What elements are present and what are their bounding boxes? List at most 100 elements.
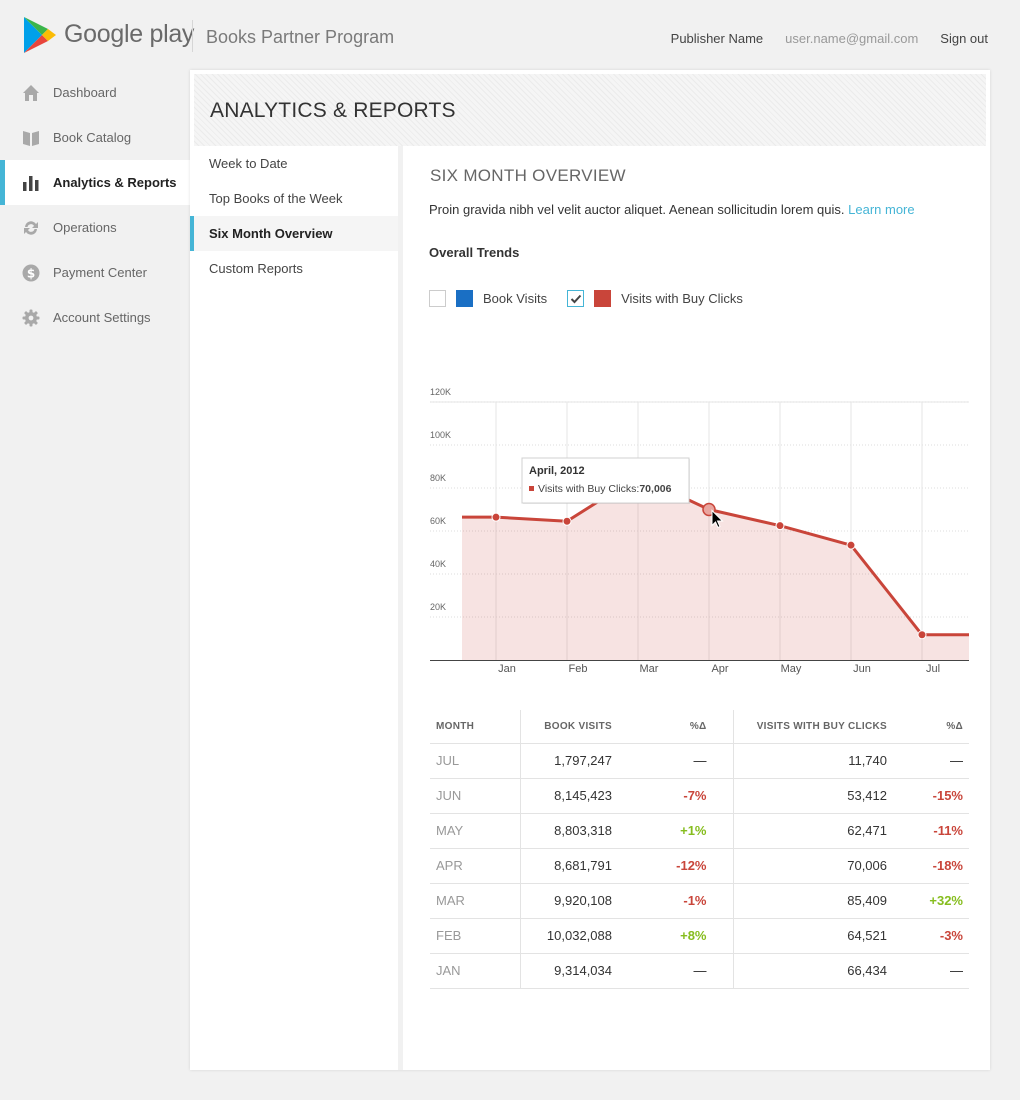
tooltip-label: Visits with Buy Clicks:70,006 <box>538 483 672 495</box>
book-icon <box>22 129 40 147</box>
table-row: MAR 9,920,108 -1% 85,409 +32% <box>430 883 969 919</box>
buy-clicks-cell: 53,412 <box>733 778 915 814</box>
sidebar-item-label: Analytics & Reports <box>53 175 177 190</box>
book-visits-change-cell: -1% <box>640 883 734 919</box>
sidebar-item-label: Operations <box>53 220 117 235</box>
buy-clicks-cell: 70,006 <box>733 848 915 884</box>
table-row: JAN 9,314,034—66,434— <box>430 953 969 989</box>
sub-navigation: Week to Date Top Books of the Week Six M… <box>190 146 403 1070</box>
buy-clicks-cell: 85,409 <box>733 883 915 919</box>
y-tick-label: 100K <box>430 430 451 440</box>
data-point[interactable] <box>775 521 785 531</box>
learn-more-link[interactable]: Learn more <box>848 202 914 217</box>
book-visits-cell: 8,145,423 <box>520 778 640 814</box>
book-visits-change-cell: +1% <box>640 813 734 849</box>
section-description: Proin gravida nibh vel velit auctor aliq… <box>429 202 915 217</box>
month-cell: MAR <box>430 883 521 919</box>
buy-clicks-change-cell: -3% <box>915 918 969 954</box>
table-header-row: MONTH BOOK VISITS %Δ VISITS WITH BUY CLI… <box>430 710 969 744</box>
google-play-logo-icon[interactable] <box>22 16 58 54</box>
sidebar-item-label: Dashboard <box>53 85 117 100</box>
sidebar-item-dashboard[interactable]: Dashboard <box>0 70 190 115</box>
program-name: Books Partner Program <box>206 27 395 47</box>
sync-icon <box>22 219 40 237</box>
sign-out-link[interactable]: Sign out <box>940 31 988 46</box>
col-book-visits[interactable]: BOOK VISITS <box>520 710 640 744</box>
y-tick-label: 80K <box>430 473 446 483</box>
subnav-item-week-to-date[interactable]: Week to Date <box>190 146 398 181</box>
page-header: ANALYTICS & REPORTS <box>194 74 986 146</box>
tooltip-series-swatch <box>529 486 534 491</box>
buy-clicks-change-cell: -11% <box>915 813 969 849</box>
account-bar: Publisher Name user.name@gmail.com Sign … <box>649 31 988 46</box>
book-visits-label: Book Visits <box>483 291 548 306</box>
buy-clicks-change-cell: -15% <box>915 778 969 814</box>
buy-clicks-change-cell: — <box>915 953 969 989</box>
book-visits-swatch <box>456 290 473 307</box>
table-row: JUL 1,797,247—11,740— <box>430 743 969 779</box>
col-buy-clicks[interactable]: VISITS WITH BUY CLICKS <box>733 710 915 744</box>
book-visits-cell: 9,314,034 <box>520 953 640 989</box>
buy-clicks-cell: 64,521 <box>733 918 915 954</box>
brand-name[interactable]: Google play <box>64 20 194 49</box>
publisher-name: Publisher Name <box>670 31 764 46</box>
report-content: SIX MONTH OVERVIEW Proin gravida nibh ve… <box>408 146 990 1070</box>
sidebar-item-payment-center[interactable]: $ Payment Center <box>0 250 190 295</box>
x-tick-label: Feb <box>569 663 588 675</box>
y-tick-label: 60K <box>430 516 446 526</box>
chart-legend: Book Visits Visits with Buy Clicks <box>429 290 763 307</box>
trends-title: Overall Trends <box>429 245 520 260</box>
book-visits-checkbox[interactable] <box>429 290 446 307</box>
app-header: Google play Books Partner Program Publis… <box>0 0 1020 70</box>
section-title: SIX MONTH OVERVIEW <box>430 166 626 185</box>
sidebar-item-operations[interactable]: Operations <box>0 205 190 250</box>
data-point[interactable] <box>491 512 501 522</box>
bar-chart-icon <box>22 174 40 192</box>
data-point[interactable] <box>846 540 856 550</box>
monthly-data-table: MONTH BOOK VISITS %Δ VISITS WITH BUY CLI… <box>430 710 969 989</box>
x-tick-label: Jul <box>926 663 940 675</box>
subnav-item-six-month-overview[interactable]: Six Month Overview <box>190 216 398 251</box>
buy-clicks-checkbox[interactable] <box>567 290 585 307</box>
col-buy-clicks-change[interactable]: %Δ <box>915 710 969 744</box>
subnav-item-top-books[interactable]: Top Books of the Week <box>190 181 398 216</box>
sidebar-item-book-catalog[interactable]: Book Catalog <box>0 115 190 160</box>
book-visits-cell: 8,803,318 <box>520 813 640 849</box>
col-month[interactable]: MONTH <box>430 710 521 744</box>
book-visits-change-cell: -7% <box>640 778 734 814</box>
month-cell: JUN <box>430 778 521 814</box>
sidebar-item-label: Account Settings <box>53 310 151 325</box>
buy-clicks-cell: 66,434 <box>733 953 915 989</box>
subnav-item-custom-reports[interactable]: Custom Reports <box>190 251 398 286</box>
y-tick-label: 20K <box>430 602 446 612</box>
sidebar-item-label: Payment Center <box>53 265 147 280</box>
data-point[interactable] <box>562 516 572 526</box>
checkmark-icon <box>570 294 581 303</box>
month-cell: MAY <box>430 813 521 849</box>
sidebar-item-label: Book Catalog <box>53 130 132 145</box>
main-panel: ANALYTICS & REPORTS Week to Date Top Boo… <box>190 70 990 1070</box>
book-visits-change-cell: +8% <box>640 918 734 954</box>
user-email: user.name@gmail.com <box>785 31 919 46</box>
sidebar-item-account-settings[interactable]: Account Settings <box>0 295 190 340</box>
month-cell: FEB <box>430 918 521 954</box>
tooltip-title: April, 2012 <box>529 465 585 477</box>
buy-clicks-change-cell: -18% <box>915 848 969 884</box>
table-row: JUN 8,145,423 -7% 53,412 -15% <box>430 778 969 814</box>
buy-clicks-label: Visits with Buy Clicks <box>621 291 743 306</box>
data-point[interactable] <box>917 630 927 640</box>
buy-clicks-change-cell: +32% <box>915 883 969 919</box>
book-visits-change-cell: — <box>640 953 734 989</box>
buy-clicks-cell: 62,471 <box>733 813 915 849</box>
gear-icon <box>22 309 40 327</box>
home-icon <box>22 84 40 102</box>
y-tick-label: 120K <box>430 387 451 397</box>
trend-chart: 20K 40K 60K 80K 100K 120K Jan Feb Mar Apr May Jun Ju… <box>430 387 969 675</box>
tooltip-series-name: Visits with Buy Clicks: <box>538 483 639 495</box>
book-visits-cell: 8,681,791 <box>520 848 640 884</box>
x-tick-label: Apr <box>711 663 728 675</box>
col-book-visits-change[interactable]: %Δ <box>640 710 734 744</box>
month-cell: APR <box>430 848 521 884</box>
sidebar-item-analytics[interactable]: Analytics & Reports <box>0 160 190 205</box>
month-cell: JAN <box>430 953 521 989</box>
